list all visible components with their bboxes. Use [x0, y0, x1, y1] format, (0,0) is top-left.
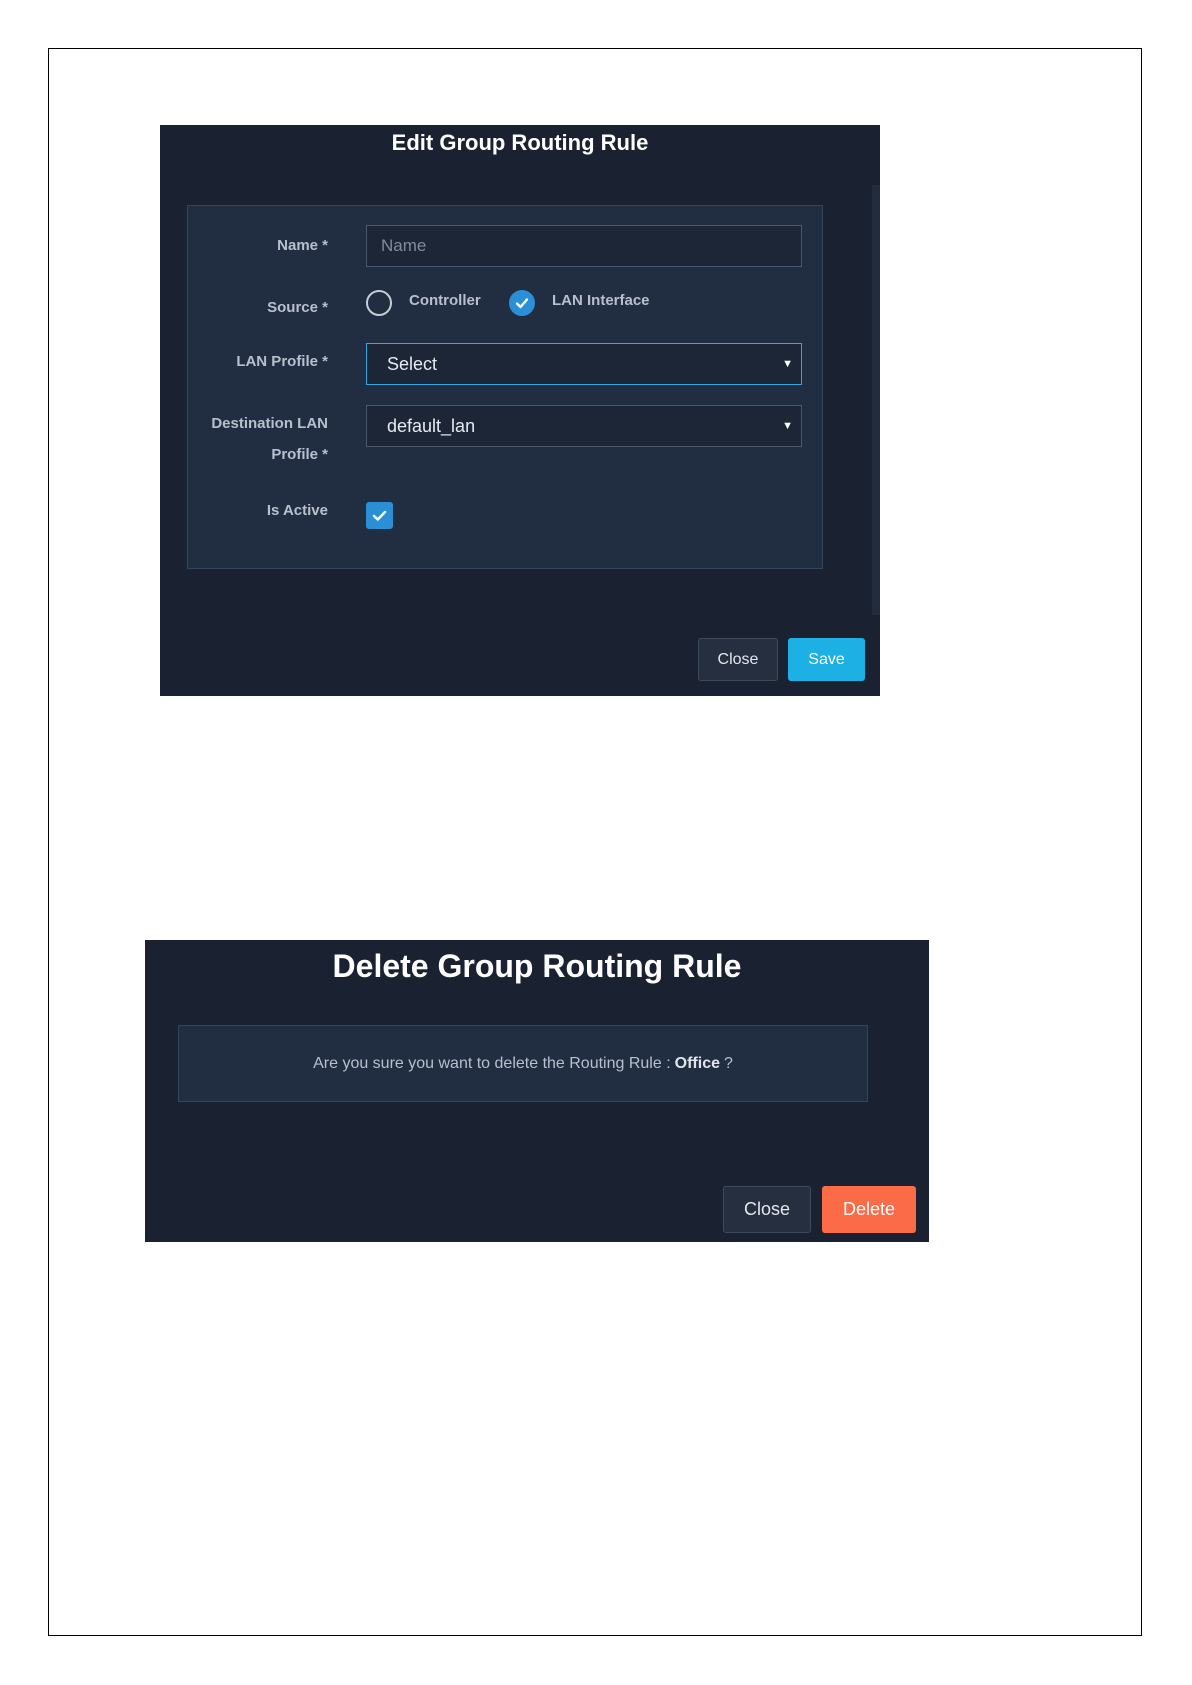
name-input[interactable]	[366, 225, 802, 267]
source-option-lan-interface-label[interactable]: LAN Interface	[552, 292, 650, 309]
destination-lan-profile-label-line2: Profile *	[271, 446, 328, 463]
lan-profile-label: LAN Profile *	[236, 353, 328, 370]
edit-modal-title: Edit Group Routing Rule	[391, 130, 649, 155]
destination-lan-profile-value: default_lan	[387, 416, 476, 436]
is-active-label: Is Active	[266, 502, 328, 519]
delete-confirmation-message: Are you sure you want to delete the Rout…	[313, 1054, 671, 1072]
modal-scrollbar[interactable]	[872, 185, 880, 615]
delete-question-mark: ?	[723, 1054, 733, 1072]
destination-lan-profile-label-line1: Destination LAN	[211, 415, 328, 432]
delete-confirmation-panel: Are you sure you want to delete the Rout…	[178, 1025, 868, 1102]
check-icon	[515, 298, 529, 309]
delete-routing-rule-modal: Delete Group Routing Rule Are you sure y…	[145, 940, 929, 1242]
source-label: Source *	[267, 299, 328, 316]
edit-routing-rule-modal: Edit Group Routing Rule Name * Source * …	[160, 125, 880, 696]
delete-close-button[interactable]: Close	[723, 1186, 811, 1233]
check-icon	[372, 510, 387, 521]
source-option-controller-label[interactable]: Controller	[409, 292, 481, 309]
source-radio-lan-interface[interactable]	[509, 290, 535, 316]
name-label: Name *	[277, 237, 328, 254]
lan-profile-value: Select	[387, 354, 438, 374]
caret-down-icon: ▼	[782, 420, 793, 432]
source-radio-controller[interactable]	[366, 290, 392, 316]
edit-form-panel: Name * Source * Controller LAN Interface…	[187, 205, 823, 569]
delete-rule-name: Office	[674, 1054, 720, 1072]
destination-lan-profile-select[interactable]: default_lan ▼	[366, 405, 802, 447]
lan-profile-select[interactable]: Select ▼	[366, 343, 802, 385]
caret-down-icon: ▼	[782, 358, 793, 370]
delete-modal-title: Delete Group Routing Rule	[332, 948, 742, 984]
edit-close-button[interactable]: Close	[698, 638, 778, 681]
delete-button[interactable]: Delete	[822, 1186, 916, 1233]
save-button[interactable]: Save	[788, 638, 865, 681]
is-active-checkbox[interactable]	[366, 502, 393, 529]
